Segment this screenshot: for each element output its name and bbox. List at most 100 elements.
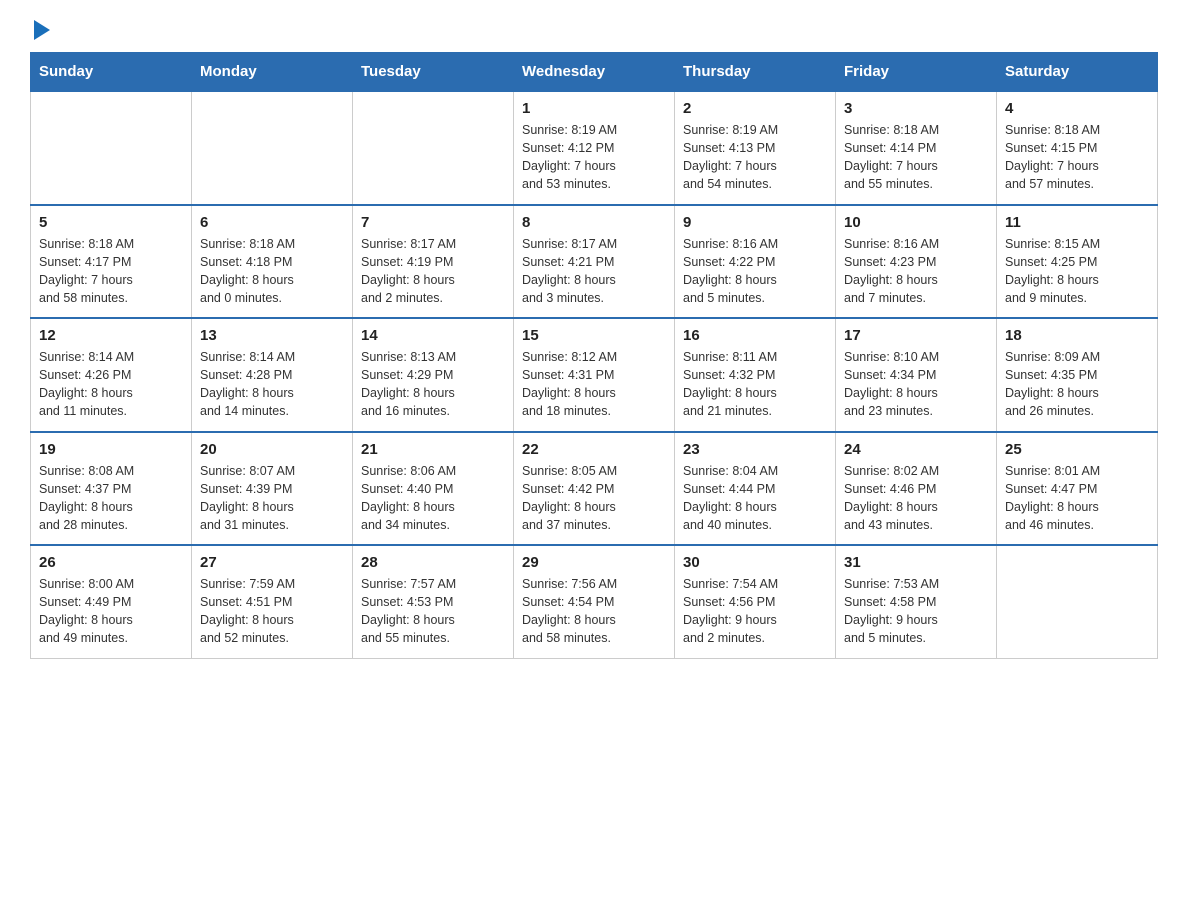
day-info: Sunrise: 7:54 AM Sunset: 4:56 PM Dayligh…	[683, 575, 827, 648]
calendar-cell: 25 Sunrise: 8:01 AM Sunset: 4:47 PM Dayli…	[997, 432, 1158, 546]
day-info: Sunrise: 8:18 AM Sunset: 4:17 PM Dayligh…	[39, 235, 183, 308]
day-number: 21	[361, 441, 505, 458]
day-number: 17	[844, 327, 988, 344]
day-info: Sunrise: 8:19 AM Sunset: 4:12 PM Dayligh…	[522, 121, 666, 194]
calendar-cell: 15 Sunrise: 8:12 AM Sunset: 4:31 PM Dayli…	[514, 318, 675, 432]
day-info: Sunrise: 8:19 AM Sunset: 4:13 PM Dayligh…	[683, 121, 827, 194]
day-number: 31	[844, 554, 988, 571]
day-info: Sunrise: 8:10 AM Sunset: 4:34 PM Dayligh…	[844, 348, 988, 421]
day-info: Sunrise: 8:18 AM Sunset: 4:15 PM Dayligh…	[1005, 121, 1149, 194]
day-info: Sunrise: 8:04 AM Sunset: 4:44 PM Dayligh…	[683, 462, 827, 535]
calendar-week-row: 5 Sunrise: 8:18 AM Sunset: 4:17 PM Daylig…	[31, 205, 1158, 319]
day-number: 20	[200, 441, 344, 458]
day-info: Sunrise: 8:11 AM Sunset: 4:32 PM Dayligh…	[683, 348, 827, 421]
calendar-header-thursday: Thursday	[675, 53, 836, 92]
calendar-week-row: 26 Sunrise: 8:00 AM Sunset: 4:49 PM Dayli…	[31, 545, 1158, 658]
calendar-cell: 30 Sunrise: 7:54 AM Sunset: 4:56 PM Dayli…	[675, 545, 836, 658]
calendar-cell: 12Sunrise: 8:14 AM Sunset: 4:26 PM Dayli…	[31, 318, 192, 432]
day-info: Sunrise: 8:14 AM Sunset: 4:26 PM Dayligh…	[39, 348, 183, 421]
calendar-cell: 8 Sunrise: 8:17 AM Sunset: 4:21 PM Daylig…	[514, 205, 675, 319]
day-number: 3	[844, 100, 988, 117]
day-number: 13	[200, 327, 344, 344]
calendar-header-tuesday: Tuesday	[353, 53, 514, 92]
day-number: 29	[522, 554, 666, 571]
calendar-cell	[353, 91, 514, 205]
calendar-header-sunday: Sunday	[31, 53, 192, 92]
day-info: Sunrise: 8:17 AM Sunset: 4:21 PM Dayligh…	[522, 235, 666, 308]
day-info: Sunrise: 8:12 AM Sunset: 4:31 PM Dayligh…	[522, 348, 666, 421]
calendar-cell: 3 Sunrise: 8:18 AM Sunset: 4:14 PM Daylig…	[836, 91, 997, 205]
day-info: Sunrise: 8:15 AM Sunset: 4:25 PM Dayligh…	[1005, 235, 1149, 308]
calendar-cell: 21 Sunrise: 8:06 AM Sunset: 4:40 PM Dayli…	[353, 432, 514, 546]
calendar-cell: 28Sunrise: 7:57 AM Sunset: 4:53 PM Dayli…	[353, 545, 514, 658]
calendar-cell: 23 Sunrise: 8:04 AM Sunset: 4:44 PM Dayli…	[675, 432, 836, 546]
day-number: 22	[522, 441, 666, 458]
day-number: 4	[1005, 100, 1149, 117]
calendar-cell: 10 Sunrise: 8:16 AM Sunset: 4:23 PM Dayli…	[836, 205, 997, 319]
day-info: Sunrise: 8:05 AM Sunset: 4:42 PM Dayligh…	[522, 462, 666, 535]
day-number: 6	[200, 214, 344, 231]
day-number: 2	[683, 100, 827, 117]
day-info: Sunrise: 8:18 AM Sunset: 4:18 PM Dayligh…	[200, 235, 344, 308]
calendar-cell: 18 Sunrise: 8:09 AM Sunset: 4:35 PM Dayli…	[997, 318, 1158, 432]
calendar-cell: 5 Sunrise: 8:18 AM Sunset: 4:17 PM Daylig…	[31, 205, 192, 319]
day-info: Sunrise: 8:00 AM Sunset: 4:49 PM Dayligh…	[39, 575, 183, 648]
calendar-header-monday: Monday	[192, 53, 353, 92]
calendar-cell: 14 Sunrise: 8:13 AM Sunset: 4:29 PM Dayli…	[353, 318, 514, 432]
calendar-week-row: 1 Sunrise: 8:19 AM Sunset: 4:12 PM Daylig…	[31, 91, 1158, 205]
calendar-cell: 27 Sunrise: 7:59 AM Sunset: 4:51 PM Dayli…	[192, 545, 353, 658]
calendar-cell: 7 Sunrise: 8:17 AM Sunset: 4:19 PM Daylig…	[353, 205, 514, 319]
calendar-header-wednesday: Wednesday	[514, 53, 675, 92]
calendar-cell: 20 Sunrise: 8:07 AM Sunset: 4:39 PM Dayli…	[192, 432, 353, 546]
day-info: Sunrise: 8:14 AM Sunset: 4:28 PM Dayligh…	[200, 348, 344, 421]
calendar-cell: 26 Sunrise: 8:00 AM Sunset: 4:49 PM Dayli…	[31, 545, 192, 658]
calendar-week-row: 19Sunrise: 8:08 AM Sunset: 4:37 PM Dayli…	[31, 432, 1158, 546]
calendar-cell	[192, 91, 353, 205]
day-number: 19	[39, 441, 183, 458]
day-info: Sunrise: 8:17 AM Sunset: 4:19 PM Dayligh…	[361, 235, 505, 308]
calendar-cell: 31 Sunrise: 7:53 AM Sunset: 4:58 PM Dayli…	[836, 545, 997, 658]
day-number: 25	[1005, 441, 1149, 458]
calendar-cell	[31, 91, 192, 205]
calendar-cell: 11Sunrise: 8:15 AM Sunset: 4:25 PM Dayli…	[997, 205, 1158, 319]
day-number: 18	[1005, 327, 1149, 344]
day-number: 7	[361, 214, 505, 231]
day-number: 8	[522, 214, 666, 231]
calendar-cell: 24Sunrise: 8:02 AM Sunset: 4:46 PM Dayli…	[836, 432, 997, 546]
day-number: 30	[683, 554, 827, 571]
day-info: Sunrise: 8:07 AM Sunset: 4:39 PM Dayligh…	[200, 462, 344, 535]
day-info: Sunrise: 8:02 AM Sunset: 4:46 PM Dayligh…	[844, 462, 988, 535]
day-info: Sunrise: 8:13 AM Sunset: 4:29 PM Dayligh…	[361, 348, 505, 421]
calendar-cell: 9 Sunrise: 8:16 AM Sunset: 4:22 PM Daylig…	[675, 205, 836, 319]
calendar-table: SundayMondayTuesdayWednesdayThursdayFrid…	[30, 52, 1158, 659]
calendar-header-friday: Friday	[836, 53, 997, 92]
day-info: Sunrise: 8:09 AM Sunset: 4:35 PM Dayligh…	[1005, 348, 1149, 421]
day-info: Sunrise: 8:16 AM Sunset: 4:23 PM Dayligh…	[844, 235, 988, 308]
day-number: 1	[522, 100, 666, 117]
day-info: Sunrise: 8:06 AM Sunset: 4:40 PM Dayligh…	[361, 462, 505, 535]
calendar-header-row: SundayMondayTuesdayWednesdayThursdayFrid…	[31, 53, 1158, 92]
day-info: Sunrise: 8:01 AM Sunset: 4:47 PM Dayligh…	[1005, 462, 1149, 535]
calendar-cell	[997, 545, 1158, 658]
calendar-cell: 1 Sunrise: 8:19 AM Sunset: 4:12 PM Daylig…	[514, 91, 675, 205]
day-number: 14	[361, 327, 505, 344]
day-number: 10	[844, 214, 988, 231]
calendar-week-row: 12Sunrise: 8:14 AM Sunset: 4:26 PM Dayli…	[31, 318, 1158, 432]
day-info: Sunrise: 8:16 AM Sunset: 4:22 PM Dayligh…	[683, 235, 827, 308]
day-number: 28	[361, 554, 505, 571]
day-number: 23	[683, 441, 827, 458]
day-info: Sunrise: 8:18 AM Sunset: 4:14 PM Dayligh…	[844, 121, 988, 194]
day-number: 15	[522, 327, 666, 344]
day-number: 9	[683, 214, 827, 231]
calendar-cell: 13 Sunrise: 8:14 AM Sunset: 4:28 PM Dayli…	[192, 318, 353, 432]
day-info: Sunrise: 7:53 AM Sunset: 4:58 PM Dayligh…	[844, 575, 988, 648]
day-number: 5	[39, 214, 183, 231]
day-number: 26	[39, 554, 183, 571]
day-info: Sunrise: 7:59 AM Sunset: 4:51 PM Dayligh…	[200, 575, 344, 648]
day-number: 27	[200, 554, 344, 571]
calendar-header-saturday: Saturday	[997, 53, 1158, 92]
calendar-cell: 4 Sunrise: 8:18 AM Sunset: 4:15 PM Daylig…	[997, 91, 1158, 205]
calendar-cell: 22 Sunrise: 8:05 AM Sunset: 4:42 PM Dayli…	[514, 432, 675, 546]
calendar-cell: 6 Sunrise: 8:18 AM Sunset: 4:18 PM Daylig…	[192, 205, 353, 319]
calendar-cell: 2 Sunrise: 8:19 AM Sunset: 4:13 PM Daylig…	[675, 91, 836, 205]
